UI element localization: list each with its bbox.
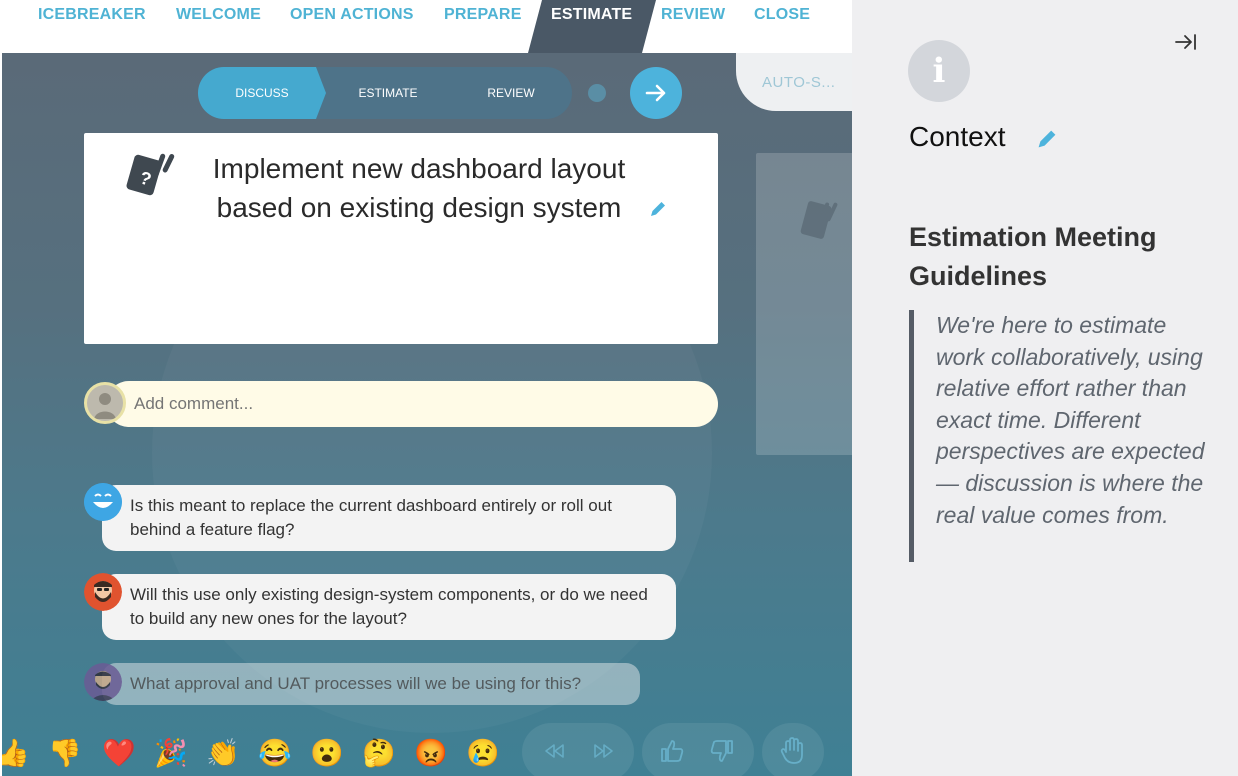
comment-text: What approval and UAT processes will we … xyxy=(130,674,582,693)
stage-welcome[interactable]: WELCOME xyxy=(176,6,261,24)
stage-open-actions[interactable]: OPEN ACTIONS xyxy=(290,6,414,24)
comment-text: Is this meant to replace the current das… xyxy=(130,496,612,539)
reaction-surprised[interactable]: 😮 xyxy=(310,733,344,773)
blockquote-bar xyxy=(909,310,914,562)
reaction-clap[interactable]: 👏 xyxy=(206,733,240,773)
info-icon: i xyxy=(908,40,970,102)
substep-discuss[interactable]: DISCUSS xyxy=(198,67,326,119)
context-panel: i Context Estimation Meeting Guidelines … xyxy=(852,0,1238,776)
context-title: Context xyxy=(909,121,1006,152)
story-card: ? Implement new dashboard layout based o… xyxy=(84,133,718,344)
stage-estimate[interactable]: ESTIMATE xyxy=(551,6,632,24)
estimation-stage: DISCUSS ESTIMATE REVIEW ? Implement new … xyxy=(2,53,852,776)
progress-dot xyxy=(588,84,606,102)
stage-icebreaker[interactable]: ICEBREAKER xyxy=(38,6,146,24)
next-step-button[interactable] xyxy=(630,67,682,119)
rewind-icon[interactable] xyxy=(542,739,566,763)
reaction-thinking[interactable]: 🤔 xyxy=(362,733,396,773)
stage-nav: ICEBREAKER WELCOME OPEN ACTIONS PREPARE … xyxy=(0,0,852,53)
reaction-party[interactable]: 🎉 xyxy=(154,733,188,773)
guidelines-heading: Estimation Meeting Guidelines xyxy=(909,222,1157,291)
reaction-angry[interactable]: 😡 xyxy=(414,733,448,773)
comment-item: What approval and UAT processes will we … xyxy=(102,663,640,705)
comment-text: Will this use only existing design-syste… xyxy=(130,585,648,628)
substep-estimate[interactable]: ESTIMATE xyxy=(326,67,450,119)
comment-item: Is this meant to replace the current das… xyxy=(102,485,676,551)
reaction-thumbs-up[interactable]: 👍 xyxy=(2,733,30,773)
question-cards-icon: ? xyxy=(126,153,175,196)
fast-forward-icon[interactable] xyxy=(592,739,616,763)
stage-close[interactable]: CLOSE xyxy=(754,6,810,24)
edit-pencil-icon[interactable] xyxy=(1035,127,1059,151)
like-icon[interactable] xyxy=(658,737,686,765)
stage-review[interactable]: REVIEW xyxy=(661,6,725,24)
reaction-laugh[interactable]: 😂 xyxy=(258,733,292,773)
raise-hand-icon[interactable] xyxy=(778,736,806,766)
substep-tabs: DISCUSS ESTIMATE REVIEW xyxy=(198,67,572,119)
reaction-thumbs-down[interactable]: 👎 xyxy=(48,733,82,773)
reaction-heart[interactable]: ❤️ xyxy=(102,733,136,773)
reaction-cry[interactable]: 😢 xyxy=(466,733,500,773)
purple-user-avatar xyxy=(84,663,122,701)
laughing-face-avatar xyxy=(84,483,122,521)
question-cards-icon xyxy=(800,201,838,239)
comment-item: Will this use only existing design-syste… xyxy=(102,574,676,640)
next-story-card-preview xyxy=(756,153,852,455)
bearded-man-avatar xyxy=(84,573,122,611)
substep-review[interactable]: REVIEW xyxy=(450,67,572,119)
auto-select-label: AUTO-S... xyxy=(762,74,836,91)
comment-input[interactable] xyxy=(106,381,718,427)
dislike-icon[interactable] xyxy=(708,737,736,765)
story-title: Implement new dashboard layout based on … xyxy=(212,153,626,223)
guidelines-quote: We're here to estimate work collaborativ… xyxy=(936,312,1205,528)
arrow-right-icon xyxy=(645,84,666,102)
current-user-avatar xyxy=(84,382,126,424)
stage-prepare[interactable]: PREPARE xyxy=(444,6,522,24)
playback-controls xyxy=(522,723,634,776)
edit-pencil-icon[interactable] xyxy=(648,199,668,219)
collapse-panel-icon[interactable] xyxy=(1174,30,1198,54)
